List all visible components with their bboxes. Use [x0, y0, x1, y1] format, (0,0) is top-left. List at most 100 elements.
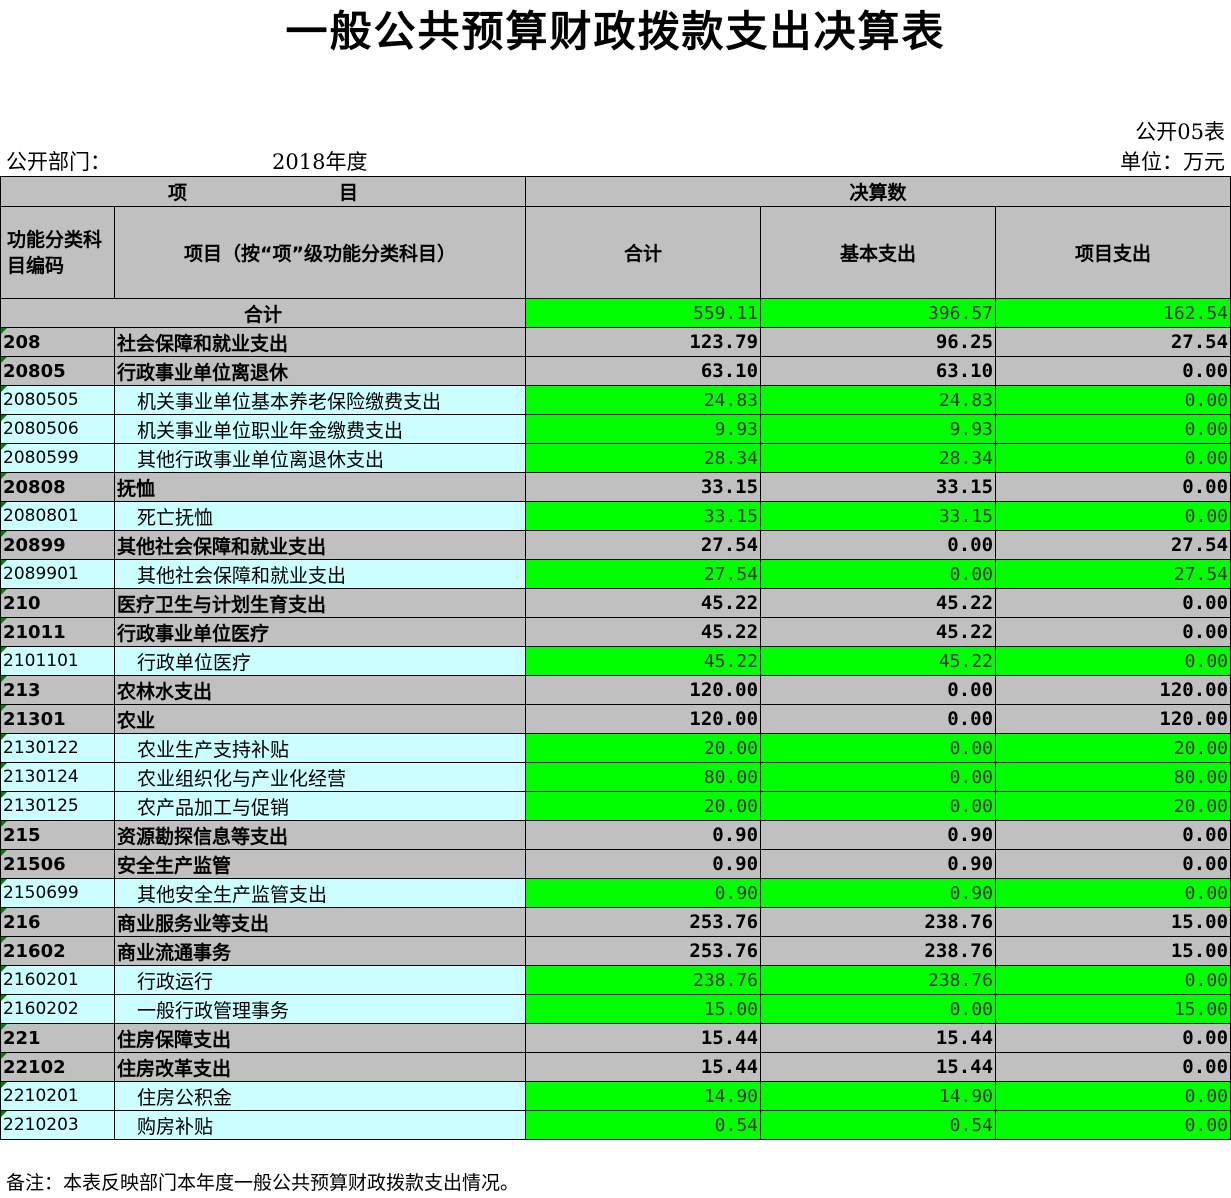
row-project-text: 20.00: [1173, 737, 1229, 759]
row-name: 其他行政事业单位离退休支出: [113, 443, 527, 473]
row-total-text: 45.22: [700, 621, 759, 643]
row-basic-text: 9.93: [949, 418, 994, 440]
table-row: 2160202 一般行政管理事务 15.00 0.00 15.00: [0, 994, 1231, 1024]
table-row: 20805 行政事业单位离退休 63.10 63.10 0.00: [0, 356, 1231, 386]
row-name-text: 机关事业单位职业年金缴费支出: [137, 419, 404, 442]
row-total-text: 20.00: [703, 737, 759, 759]
row-name-text: 商业流通事务: [117, 941, 232, 964]
table-row: 2150699 其他安全生产监管支出 0.90 0.90 0.00: [0, 878, 1231, 908]
row-name-text: 抚恤: [117, 477, 156, 500]
row-code: 2080505: [0, 385, 115, 415]
row-code: 21602: [0, 936, 115, 966]
row-basic: 0.00: [760, 704, 997, 734]
row-basic-text: 0.00: [947, 534, 994, 556]
row-total-text: 0.90: [712, 824, 759, 846]
row-project: 80.00: [995, 762, 1231, 792]
form-code: 公开05表: [1135, 120, 1225, 144]
row-basic: 28.34: [760, 443, 997, 473]
row-name-text: 行政事业单位医疗: [117, 622, 270, 645]
row-total: 253.76: [525, 907, 762, 937]
row-project: 15.00: [995, 936, 1231, 966]
total-row: 合计 559.11 396.57 162.54: [0, 298, 1231, 328]
header-total: 合计: [525, 206, 762, 299]
row-code-text: 2130125: [3, 796, 79, 816]
row-project: 0.00: [995, 501, 1231, 531]
row-name-text: 医疗卫生与计划生育支出: [117, 593, 327, 616]
row-basic: 0.90: [760, 820, 997, 850]
row-project-text: 0.00: [1184, 969, 1229, 991]
cell-marker-icon: [1, 1053, 7, 1059]
row-name: 一般行政管理事务: [113, 994, 527, 1024]
row-project-text: 0.00: [1182, 1056, 1229, 1078]
row-project: 120.00: [995, 704, 1231, 734]
row-project-text: 0.00: [1184, 505, 1229, 527]
row-total-text: 253.76: [689, 911, 759, 933]
row-basic: 33.15: [760, 501, 997, 531]
row-project-text: 0.00: [1184, 447, 1229, 469]
row-total: 28.34: [525, 443, 762, 473]
row-code-text: 20808: [3, 476, 66, 498]
row-code-text: 21602: [3, 940, 66, 962]
row-basic: 14.90: [760, 1081, 997, 1111]
row-total: 27.54: [525, 559, 762, 589]
row-name-text: 社会保障和就业支出: [117, 332, 289, 355]
cell-marker-icon: [1, 1082, 7, 1088]
row-name: 农林水支出: [113, 675, 527, 705]
cell-marker-icon: [1, 676, 7, 682]
row-basic: 238.76: [760, 907, 997, 937]
row-code: 20899: [0, 530, 115, 560]
table-row: 2080505 机关事业单位基本养老保险缴费支出 24.83 24.83 0.00: [0, 385, 1231, 415]
row-basic-text: 45.22: [935, 621, 994, 643]
table-row: 22102 住房改革支出 15.44 15.44 0.00: [0, 1052, 1231, 1082]
footnote: 备注：本表反映部门本年度一般公共预算财政拨款支出情况。: [6, 1172, 520, 1194]
row-code: 20805: [0, 356, 115, 386]
row-code-text: 2150699: [3, 883, 79, 903]
row-project-text: 0.00: [1184, 650, 1229, 672]
row-total: 123.79: [525, 327, 762, 357]
table-row: 21602 商业流通事务 253.76 238.76 15.00: [0, 936, 1231, 966]
row-project-text: 0.00: [1184, 389, 1229, 411]
row-code: 208: [0, 327, 115, 357]
row-project-text: 0.00: [1184, 882, 1229, 904]
row-basic-text: 15.44: [935, 1027, 994, 1049]
row-name: 住房改革支出: [113, 1052, 527, 1082]
table-row: 2130124 农业组织化与产业化经营 80.00 0.00 80.00: [0, 762, 1231, 792]
total-sum: 559.11: [525, 298, 762, 328]
table-row: 2210203 购房补贴 0.54 0.54 0.00: [0, 1110, 1231, 1140]
row-name: 其他社会保障和就业支出: [113, 559, 527, 589]
row-basic: 33.15: [760, 472, 997, 502]
row-basic-text: 0.00: [949, 998, 994, 1020]
row-basic-text: 33.15: [938, 505, 994, 527]
cell-marker-icon: [1, 966, 7, 972]
row-code: 2160202: [0, 994, 115, 1024]
row-name: 农业生产支持补贴: [113, 733, 527, 763]
row-code-text: 20899: [3, 534, 66, 556]
table-row: 2130125 农产品加工与促销 20.00 0.00 20.00: [0, 791, 1231, 821]
page-title: 一般公共预算财政拨款支出决算表: [285, 7, 946, 56]
row-code-text: 2080599: [3, 448, 79, 468]
row-code-text: 216: [3, 911, 41, 933]
row-total: 120.00: [525, 675, 762, 705]
row-total: 45.22: [525, 646, 762, 676]
cell-marker-icon: [1, 908, 7, 914]
row-code: 221: [0, 1023, 115, 1053]
row-basic-text: 238.76: [924, 940, 994, 962]
row-total: 63.10: [525, 356, 762, 386]
header-final-accounts: 决算数: [525, 176, 1231, 207]
row-basic: 15.44: [760, 1052, 997, 1082]
row-basic: 63.10: [760, 356, 997, 386]
row-project-text: 20.00: [1173, 795, 1229, 817]
cell-marker-icon: [1, 589, 7, 595]
cell-marker-icon: [1, 821, 7, 827]
row-project-text: 80.00: [1173, 766, 1229, 788]
row-basic: 0.54: [760, 1110, 997, 1140]
header-project: 项 目: [0, 176, 527, 207]
row-name: 医疗卫生与计划生育支出: [113, 588, 527, 618]
table-row: 2101101 行政单位医疗 45.22 45.22 0.00: [0, 646, 1231, 676]
row-basic: 0.90: [760, 849, 997, 879]
cell-marker-icon: [1, 444, 7, 450]
row-name: 抚恤: [113, 472, 527, 502]
row-project-text: 0.00: [1184, 1114, 1229, 1136]
row-basic-text: 0.54: [949, 1114, 994, 1136]
row-basic-text: 0.00: [949, 737, 994, 759]
